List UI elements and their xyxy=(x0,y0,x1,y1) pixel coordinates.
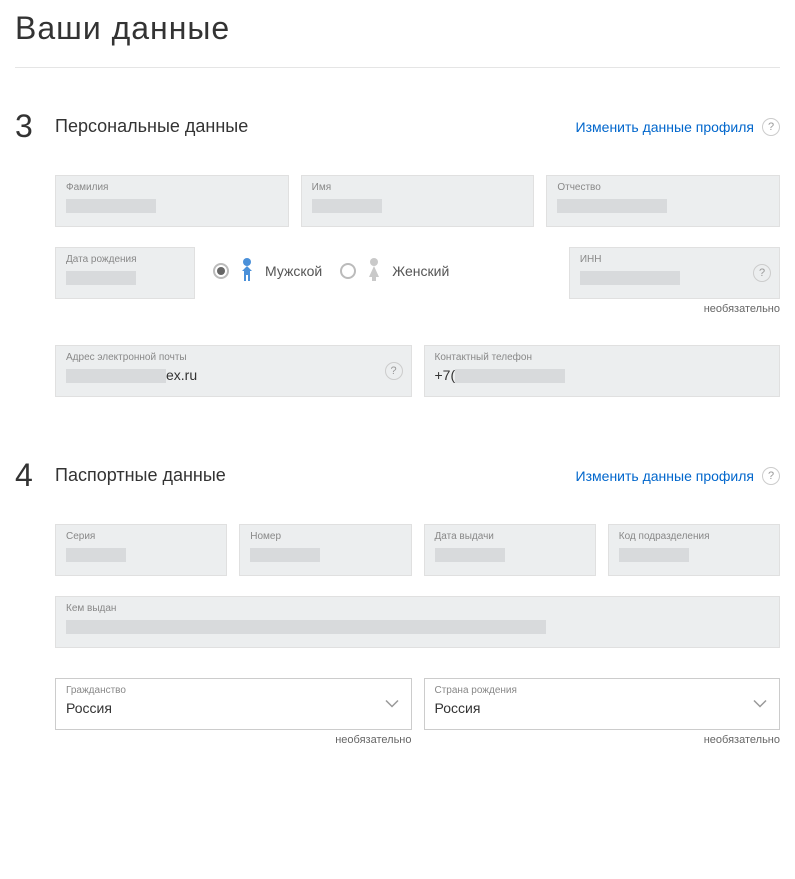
gender-female-radio[interactable]: Женский xyxy=(340,257,449,285)
redacted-value xyxy=(435,548,505,562)
field-hint: необязательно xyxy=(424,734,781,746)
issue-date-field[interactable]: Дата выдачи xyxy=(424,524,596,576)
redacted-value xyxy=(66,548,126,562)
section-header: 4 Паспортные данные Изменить данные проф… xyxy=(15,457,780,494)
birth-country-wrapper: Страна рождения Россия необязательно xyxy=(424,678,781,746)
passport-numbers-row: Серия Номер Дата выдачи Код подразделени… xyxy=(55,524,780,576)
divider xyxy=(15,67,780,68)
redacted-value xyxy=(455,369,565,383)
patronymic-field[interactable]: Отчество xyxy=(546,175,780,227)
field-label: Номер xyxy=(250,531,400,542)
field-label: Код подразделения xyxy=(619,531,769,542)
birthdate-field[interactable]: Дата рождения xyxy=(55,247,195,299)
redacted-value xyxy=(66,620,546,634)
gender-group: Мужской Женский xyxy=(207,247,557,295)
female-icon xyxy=(362,257,386,285)
help-icon[interactable]: ? xyxy=(385,362,403,380)
help-icon[interactable]: ? xyxy=(762,467,780,485)
email-field[interactable]: Адрес электронной почты ex.ru ? xyxy=(55,345,412,397)
gender-label: Мужской xyxy=(265,263,322,279)
field-value: Россия xyxy=(66,700,112,716)
email-suffix: ex.ru xyxy=(166,367,197,383)
number-field[interactable]: Номер xyxy=(239,524,411,576)
edit-profile-link[interactable]: Изменить данные профиля xyxy=(576,119,754,135)
field-hint: необязательно xyxy=(569,303,780,315)
series-field[interactable]: Серия xyxy=(55,524,227,576)
field-label: Дата выдачи xyxy=(435,531,585,542)
country-row: Гражданство Россия необязательно Страна … xyxy=(55,678,780,746)
step-number: 3 xyxy=(15,108,55,145)
inn-wrapper: ИНН ? необязательно xyxy=(569,247,780,315)
field-value: +7( xyxy=(435,367,566,383)
field-value: ex.ru xyxy=(66,367,197,383)
radio-icon xyxy=(340,263,356,279)
phone-prefix: +7( xyxy=(435,367,456,383)
citizenship-select[interactable]: Гражданство Россия xyxy=(55,678,412,730)
name-row: Фамилия Имя Отчество xyxy=(55,175,780,227)
field-label: Фамилия xyxy=(66,182,278,193)
field-label: Отчество xyxy=(557,182,769,193)
dept-code-field[interactable]: Код подразделения xyxy=(608,524,780,576)
issued-by-row: Кем выдан xyxy=(55,596,780,648)
step-number: 4 xyxy=(15,457,55,494)
redacted-value xyxy=(557,199,667,213)
gender-male-radio[interactable]: Мужской xyxy=(213,257,322,285)
field-label: Адрес электронной почты xyxy=(66,352,401,363)
section-title: Персональные данные xyxy=(55,116,576,137)
chevron-down-icon xyxy=(753,700,767,709)
redacted-value xyxy=(66,271,136,285)
field-label: Страна рождения xyxy=(435,685,770,696)
chevron-down-icon xyxy=(385,700,399,709)
edit-profile-link[interactable]: Изменить данные профиля xyxy=(576,468,754,484)
section-personal: 3 Персональные данные Изменить данные пр… xyxy=(15,108,780,397)
field-value: Россия xyxy=(435,700,481,716)
contact-row: Адрес электронной почты ex.ru ? Контактн… xyxy=(55,345,780,397)
field-hint: необязательно xyxy=(55,734,412,746)
help-icon[interactable]: ? xyxy=(762,118,780,136)
redacted-value xyxy=(580,271,680,285)
page-title: Ваши данные xyxy=(15,10,780,47)
redacted-value xyxy=(250,548,320,562)
redacted-value xyxy=(66,199,156,213)
birth-country-select[interactable]: Страна рождения Россия xyxy=(424,678,781,730)
section-header: 3 Персональные данные Изменить данные пр… xyxy=(15,108,780,145)
male-icon xyxy=(235,257,259,285)
firstname-field[interactable]: Имя xyxy=(301,175,535,227)
gender-label: Женский xyxy=(392,263,449,279)
form-area: Серия Номер Дата выдачи Код подразделени… xyxy=(55,524,780,746)
form-area: Фамилия Имя Отчество Дата рождения xyxy=(55,175,780,397)
phone-field[interactable]: Контактный телефон +7( xyxy=(424,345,781,397)
redacted-value xyxy=(312,199,382,213)
lastname-field[interactable]: Фамилия xyxy=(55,175,289,227)
redacted-value xyxy=(619,548,689,562)
field-label: Серия xyxy=(66,531,216,542)
citizenship-wrapper: Гражданство Россия необязательно xyxy=(55,678,412,746)
field-label: Гражданство xyxy=(66,685,401,696)
section-passport: 4 Паспортные данные Изменить данные проф… xyxy=(15,457,780,746)
inn-field[interactable]: ИНН ? xyxy=(569,247,780,299)
field-label: Кем выдан xyxy=(66,603,769,614)
field-label: ИНН xyxy=(580,254,769,265)
field-label: Имя xyxy=(312,182,524,193)
radio-icon xyxy=(213,263,229,279)
birth-gender-inn-row: Дата рождения Мужской xyxy=(55,247,780,315)
help-icon[interactable]: ? xyxy=(753,264,771,282)
section-title: Паспортные данные xyxy=(55,465,576,486)
redacted-value xyxy=(66,369,166,383)
issued-by-field[interactable]: Кем выдан xyxy=(55,596,780,648)
field-label: Контактный телефон xyxy=(435,352,770,363)
field-label: Дата рождения xyxy=(66,254,184,265)
